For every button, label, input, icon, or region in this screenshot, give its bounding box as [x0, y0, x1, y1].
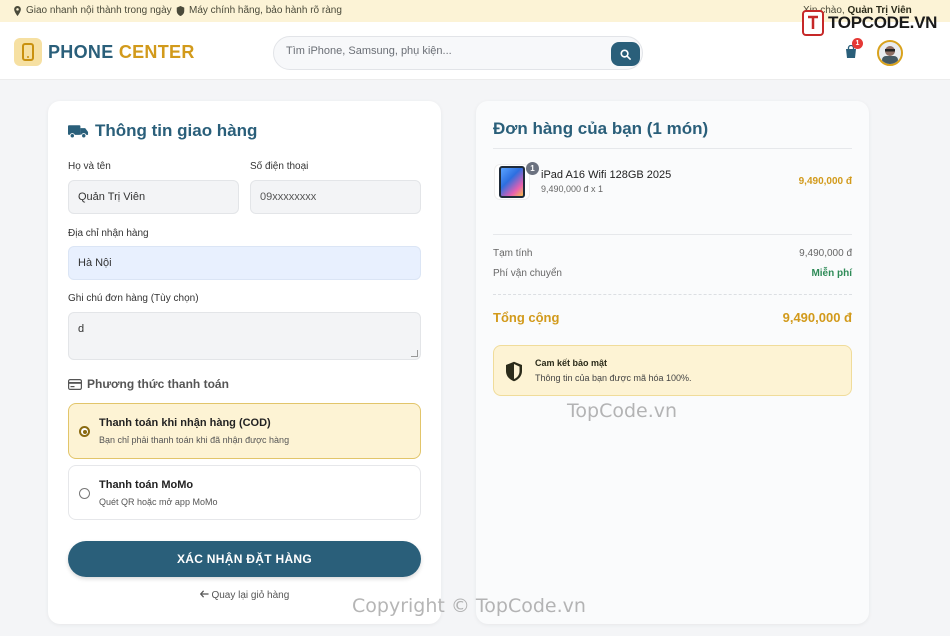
cod-desc: Bạn chỉ phải thanh toán khi đã nhận được… — [99, 435, 290, 445]
payment-option-momo[interactable]: Thanh toán MoMo Quét QR hoặc mở app MoMo — [68, 465, 421, 520]
total-value: 9,490,000 đ — [782, 310, 852, 325]
order-title: Đơn hàng của bạn (1 món) — [493, 119, 709, 138]
address-field[interactable]: Hà Nội — [68, 246, 421, 280]
logo-part-1: PHONE — [48, 42, 114, 62]
map-pin-icon — [14, 5, 21, 16]
arrow-left-icon — [199, 590, 209, 598]
delivery-text: Giao nhanh nội thành trong ngày — [26, 5, 172, 16]
shipping-title: Thông tin giao hàng — [68, 121, 257, 141]
cart-count-badge: 1 — [852, 38, 863, 49]
momo-title: Thanh toán MoMo — [99, 479, 194, 491]
phone-label: Số điện thoại — [250, 161, 309, 172]
secure-desc: Thông tin của bạn được mã hóa 100%. — [535, 373, 692, 383]
momo-desc: Quét QR hoặc mở app MoMo — [99, 497, 218, 507]
warranty-info: Máy chính hãng, bảo hành rõ ràng — [176, 5, 342, 16]
product-thumbnail[interactable] — [494, 164, 530, 200]
name-field[interactable]: Quản Trị Viên — [68, 180, 239, 214]
topcode-brand-badge: TOPCODE.VN — [802, 8, 937, 38]
address-label: Địa chỉ nhận hàng — [68, 228, 149, 239]
payment-option-cod[interactable]: Thanh toán khi nhận hàng (COD) Bạn chỉ p… — [68, 403, 421, 459]
product-price: 9,490,000 đ — [798, 176, 852, 187]
note-label: Ghi chú đơn hàng (Tùy chọn) — [68, 293, 199, 304]
name-label: Họ và tên — [68, 161, 111, 172]
confirm-order-button[interactable]: XÁC NHẬN ĐẶT HÀNG — [68, 541, 421, 577]
topcode-logo-icon — [802, 10, 824, 36]
cod-title: Thanh toán khi nhận hàng (COD) — [99, 417, 271, 429]
cart-button[interactable]: 1 — [843, 38, 863, 60]
site-logo[interactable]: PHONE CENTER — [48, 42, 195, 63]
note-textarea[interactable]: d — [68, 312, 421, 360]
payment-method-title: Phương thức thanh toán — [68, 377, 229, 391]
truck-icon — [68, 125, 89, 139]
order-divider-top — [493, 148, 852, 149]
search-icon — [620, 48, 631, 60]
user-avatar[interactable] — [877, 40, 903, 66]
secure-title: Cam kết bảo mật — [535, 358, 608, 368]
shipping-fee-label: Phí vận chuyển — [493, 268, 562, 279]
order-divider-total — [493, 294, 852, 295]
shipping-title-text: Thông tin giao hàng — [95, 121, 258, 140]
warranty-text: Máy chính hãng, bảo hành rõ ràng — [189, 5, 342, 16]
security-commitment-box: Cam kết bảo mật Thông tin của bạn được m… — [493, 345, 852, 396]
total-label: Tổng cộng — [493, 310, 560, 325]
subtotal-label: Tạm tính — [493, 248, 533, 259]
product-name: iPad A16 Wifi 128GB 2025 — [541, 169, 672, 181]
shield-icon — [506, 361, 522, 382]
phone-field[interactable]: 09xxxxxxxx — [250, 180, 421, 214]
credit-card-icon — [68, 378, 82, 390]
momo-radio[interactable] — [79, 488, 90, 499]
phone-logo-icon[interactable] — [14, 38, 42, 66]
shield-icon — [176, 5, 185, 16]
topcode-brand-text: TOPCODE.VN — [828, 13, 938, 32]
resize-handle-icon[interactable] — [411, 350, 418, 357]
product-qty-line: 9,490,000 đ x 1 — [541, 184, 604, 194]
watermark-mid: TopCode.vn — [567, 400, 678, 422]
delivery-info: Giao nhanh nội thành trong ngày — [13, 5, 172, 16]
subtotal-value: 9,490,000 đ — [799, 248, 852, 259]
search-button[interactable] — [611, 42, 640, 66]
search-input[interactable] — [286, 45, 606, 57]
shipping-fee-value: Miễn phí — [811, 268, 852, 279]
product-qty-badge: 1 — [526, 162, 539, 175]
back-to-cart-text: Quay lại giỏ hàng — [211, 590, 290, 601]
search-bar — [273, 36, 643, 70]
note-text: d — [78, 323, 85, 335]
watermark-bottom: Copyright © TopCode.vn — [352, 595, 586, 617]
logo-part-2: CENTER — [118, 42, 195, 62]
order-divider-items — [493, 234, 852, 235]
payment-method-title-text: Phương thức thanh toán — [87, 377, 229, 391]
cod-radio[interactable] — [79, 426, 90, 437]
